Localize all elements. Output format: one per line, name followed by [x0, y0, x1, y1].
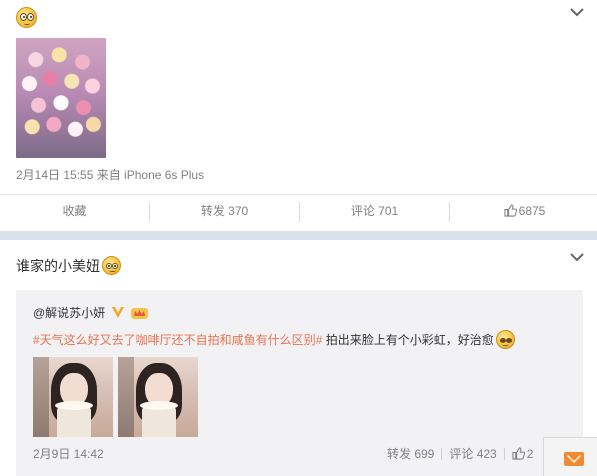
- divider: [503, 448, 505, 460]
- post-text-content: 谁家的小美妞: [16, 258, 100, 274]
- post-action-bar: 收藏 转发 370 评论 701 6875: [0, 194, 597, 231]
- original-meta: 2月9日 14:42: [33, 447, 104, 461]
- verified-v-icon: [111, 307, 124, 318]
- topic-link[interactable]: #天气这么好又去了咖啡厅还不自拍和咸鱼有什么区别#: [33, 333, 322, 347]
- chevron-down-icon[interactable]: [570, 252, 584, 262]
- repost-label: 转发 370: [200, 204, 249, 218]
- thumb-up-icon: [512, 447, 525, 460]
- original-comment-link[interactable]: 评论 423: [449, 447, 496, 461]
- original-action-bar: 转发 699 评论 423 2: [387, 445, 533, 462]
- original-like-count: 2: [526, 447, 534, 461]
- original-repost-link[interactable]: 转发 699: [387, 447, 434, 461]
- favorite-label: 收藏: [62, 204, 87, 218]
- author-link[interactable]: @解说苏小妍: [33, 306, 105, 320]
- repost-image-1[interactable]: [33, 357, 113, 437]
- original-text-content: 拍出来脸上有个小彩虹，好治愈: [325, 333, 494, 347]
- post-text: 谁家的小美妞: [16, 256, 121, 276]
- chevron-down-icon[interactable]: [570, 7, 584, 17]
- sweat-smile-emoji-icon: [16, 7, 37, 28]
- repost-button[interactable]: 转发 370: [150, 195, 299, 232]
- feed-card-1: 2月14日 15:55 来自 iPhone 6s Plus 收藏 转发 370 …: [0, 0, 597, 231]
- feed-card-2: 谁家的小美妞 @解说苏小妍 #天气这么好又去了咖啡厅还不自拍和咸鱼有什么区别# …: [0, 240, 597, 476]
- mail-icon: [564, 452, 584, 466]
- thumb-up-icon: [504, 204, 517, 217]
- blush-emoji-icon: [495, 330, 515, 349]
- comment-label: 评论 701: [350, 204, 399, 218]
- original-author: @解说苏小妍: [33, 304, 148, 321]
- like-count: 6875: [518, 204, 546, 218]
- message-float-button[interactable]: [543, 437, 597, 476]
- divider: [441, 448, 443, 460]
- original-like-link[interactable]: 2: [512, 447, 534, 461]
- favorite-button[interactable]: 收藏: [0, 195, 149, 232]
- post-image-flowers[interactable]: [16, 38, 106, 158]
- smirk-emoji-icon: [102, 256, 121, 275]
- original-text: #天气这么好又去了咖啡厅还不自拍和咸鱼有什么区别# 拍出来脸上有个小彩虹，好治愈: [33, 330, 515, 349]
- post-meta: 2月14日 15:55 来自 iPhone 6s Plus: [16, 168, 205, 182]
- comment-button[interactable]: 评论 701: [300, 195, 449, 232]
- repost-image-2[interactable]: [118, 357, 198, 437]
- member-crown-icon: [130, 308, 148, 319]
- reposted-content: @解说苏小妍 #天气这么好又去了咖啡厅还不自拍和咸鱼有什么区别# 拍出来脸上有个…: [16, 290, 583, 476]
- like-button[interactable]: 6875: [450, 195, 597, 232]
